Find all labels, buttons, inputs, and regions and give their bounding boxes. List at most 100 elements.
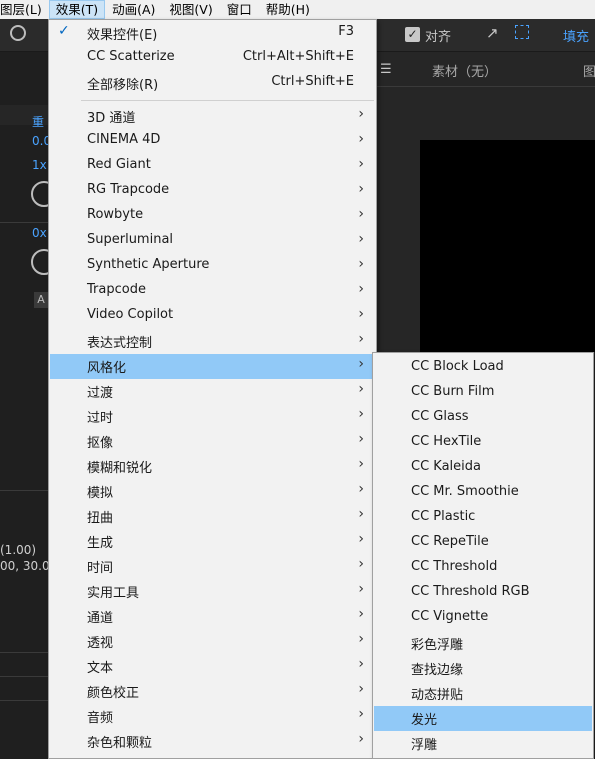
submenu-item-label: CC Kaleida bbox=[411, 459, 481, 474]
property-value[interactable]: 0x bbox=[32, 226, 47, 240]
menu-item-3d-channel[interactable]: 3D 通道 › bbox=[50, 104, 376, 129]
menu-item-perspective[interactable]: 透视 › bbox=[50, 629, 376, 654]
menubar: 图层(L) 效果(T) 动画(A) 视图(V) 窗口 帮助(H) bbox=[0, 0, 595, 19]
ellipse-tool-icon[interactable] bbox=[10, 25, 26, 41]
menu-item-label: 扭曲 bbox=[87, 511, 114, 526]
submenu-item-label: CC Vignette bbox=[411, 609, 489, 624]
menu-item-label: 颜色校正 bbox=[87, 686, 140, 701]
submenu-item-cc-block-load[interactable]: CC Block Load bbox=[374, 356, 592, 381]
menu-view[interactable]: 视图(V) bbox=[162, 0, 219, 19]
menu-item-channel[interactable]: 通道 › bbox=[50, 604, 376, 629]
property-value[interactable]: 1x bbox=[32, 158, 47, 172]
submenu-item-cc-glass[interactable]: CC Glass bbox=[374, 406, 592, 431]
chevron-right-icon: › bbox=[358, 156, 364, 172]
footage-tab[interactable]: 素材（无） bbox=[432, 61, 497, 80]
menu-item-audio[interactable]: 音频 › bbox=[50, 704, 376, 729]
submenu-item-cc-kaleida[interactable]: CC Kaleida bbox=[374, 456, 592, 481]
snap-target-icon[interactable] bbox=[515, 25, 529, 39]
menu-item-color-correction[interactable]: 颜色校正 › bbox=[50, 679, 376, 704]
property-value: (1.00) bbox=[0, 543, 37, 557]
submenu-item-label: CC Threshold bbox=[411, 559, 498, 574]
menu-item-label: 全部移除(R) bbox=[87, 78, 159, 93]
snap-checkbox[interactable]: ✓ bbox=[405, 27, 420, 42]
submenu-item-label: 浮雕 bbox=[411, 738, 438, 753]
chevron-right-icon: › bbox=[358, 431, 364, 447]
menu-item-text[interactable]: 文本 › bbox=[50, 654, 376, 679]
submenu-item-label: CC Threshold RGB bbox=[411, 584, 530, 599]
menu-item-keying[interactable]: 抠像 › bbox=[50, 429, 376, 454]
menu-layer[interactable]: 图层(L) bbox=[0, 0, 49, 19]
menu-item-superluminal[interactable]: Superluminal › bbox=[50, 229, 376, 254]
menu-effect[interactable]: 效果(T) bbox=[48, 0, 106, 19]
divider bbox=[0, 700, 48, 701]
menu-item-rg-trapcode[interactable]: RG Trapcode › bbox=[50, 179, 376, 204]
menu-item-trapcode[interactable]: Trapcode › bbox=[50, 279, 376, 304]
menu-item-label: 透视 bbox=[87, 636, 114, 651]
menu-item-stylize[interactable]: 风格化 › bbox=[50, 354, 376, 379]
menu-item-obsolete[interactable]: 过时 › bbox=[50, 404, 376, 429]
submenu-item-find-edges[interactable]: 查找边缘 bbox=[374, 656, 592, 681]
checkmark-icon: ✓ bbox=[58, 23, 70, 39]
chevron-right-icon: › bbox=[358, 406, 364, 422]
menu-animation[interactable]: 动画(A) bbox=[105, 0, 162, 19]
menu-item-red-giant[interactable]: Red Giant › bbox=[50, 154, 376, 179]
menu-item-label: 音频 bbox=[87, 711, 114, 726]
menu-item-remove-all[interactable]: 全部移除(R) Ctrl+Shift+E bbox=[50, 71, 376, 96]
panel-menu-icon[interactable]: ☰ bbox=[380, 62, 392, 77]
submenu-item-cc-vignette[interactable]: CC Vignette bbox=[374, 606, 592, 631]
layer-tab[interactable]: 图 bbox=[583, 61, 595, 80]
menu-item-label: 通道 bbox=[87, 611, 114, 626]
menu-item-blur-sharpen[interactable]: 模糊和锐化 › bbox=[50, 454, 376, 479]
reset-link[interactable]: 重 bbox=[32, 113, 44, 130]
submenu-item-cc-plastic[interactable]: CC Plastic bbox=[374, 506, 592, 531]
menu-item-noise-grain[interactable]: 杂色和颗粒 › bbox=[50, 729, 376, 754]
menu-item-distort[interactable]: 扭曲 › bbox=[50, 504, 376, 529]
menu-item-rowbyte[interactable]: Rowbyte › bbox=[50, 204, 376, 229]
menu-item-label: Synthetic Aperture bbox=[87, 257, 210, 272]
menu-item-transition[interactable]: 过渡 › bbox=[50, 379, 376, 404]
divider bbox=[0, 652, 48, 653]
menu-item-cinema-4d[interactable]: CINEMA 4D › bbox=[50, 129, 376, 154]
submenu-item-label: 彩色浮雕 bbox=[411, 638, 464, 653]
menu-item-expression-controls[interactable]: 表达式控制 › bbox=[50, 329, 376, 354]
submenu-item-cc-burn-film[interactable]: CC Burn Film bbox=[374, 381, 592, 406]
submenu-item-cc-threshold-rgb[interactable]: CC Threshold RGB bbox=[374, 581, 592, 606]
menu-item-label: 模拟 bbox=[87, 486, 114, 501]
submenu-item-label: CC Glass bbox=[411, 409, 469, 424]
stylize-submenu: CC Block Load CC Burn Film CC Glass CC H… bbox=[372, 352, 594, 759]
submenu-item-glow[interactable]: 发光 bbox=[374, 706, 592, 731]
submenu-item-motion-tile[interactable]: 动态拼贴 bbox=[374, 681, 592, 706]
chevron-right-icon: › bbox=[358, 506, 364, 522]
menu-item-effect-controls[interactable]: ✓ 效果控件(E) F3 bbox=[50, 21, 376, 46]
chevron-right-icon: › bbox=[358, 556, 364, 572]
submenu-item-label: CC Burn Film bbox=[411, 384, 495, 399]
submenu-item-emboss[interactable]: 浮雕 bbox=[374, 731, 592, 756]
menu-item-label: 模糊和锐化 bbox=[87, 461, 153, 476]
chevron-right-icon: › bbox=[358, 106, 364, 122]
submenu-item-cc-hextile[interactable]: CC HexTile bbox=[374, 431, 592, 456]
panel-button[interactable]: A bbox=[34, 292, 48, 308]
menu-item-video-copilot[interactable]: Video Copilot › bbox=[50, 304, 376, 329]
menu-item-synthetic-aperture[interactable]: Synthetic Aperture › bbox=[50, 254, 376, 279]
chevron-right-icon: › bbox=[358, 281, 364, 297]
composition-viewer[interactable] bbox=[420, 140, 595, 352]
menu-item-simulation[interactable]: 模拟 › bbox=[50, 479, 376, 504]
fill-label[interactable]: 填充 bbox=[563, 26, 589, 45]
chevron-right-icon: › bbox=[358, 306, 364, 322]
menu-item-label: 3D 通道 bbox=[87, 111, 136, 126]
snap-arrow-icon[interactable]: ↗ bbox=[486, 24, 499, 42]
menu-window[interactable]: 窗口 bbox=[220, 0, 259, 19]
submenu-item-cc-mr-smoothie[interactable]: CC Mr. Smoothie bbox=[374, 481, 592, 506]
menu-item-label: RG Trapcode bbox=[87, 182, 170, 197]
submenu-item-color-emboss[interactable]: 彩色浮雕 bbox=[374, 631, 592, 656]
submenu-item-cc-repetile[interactable]: CC RepeTile bbox=[374, 531, 592, 556]
menu-help[interactable]: 帮助(H) bbox=[259, 0, 317, 19]
chevron-right-icon: › bbox=[358, 256, 364, 272]
menu-item-utility[interactable]: 实用工具 › bbox=[50, 579, 376, 604]
submenu-item-cc-threshold[interactable]: CC Threshold bbox=[374, 556, 592, 581]
menu-item-generate[interactable]: 生成 › bbox=[50, 529, 376, 554]
chevron-right-icon: › bbox=[358, 356, 364, 372]
menu-item-time[interactable]: 时间 › bbox=[50, 554, 376, 579]
menu-item-cc-scatterize[interactable]: CC Scatterize Ctrl+Alt+Shift+E bbox=[50, 46, 376, 71]
submenu-item-label: CC Plastic bbox=[411, 509, 476, 524]
